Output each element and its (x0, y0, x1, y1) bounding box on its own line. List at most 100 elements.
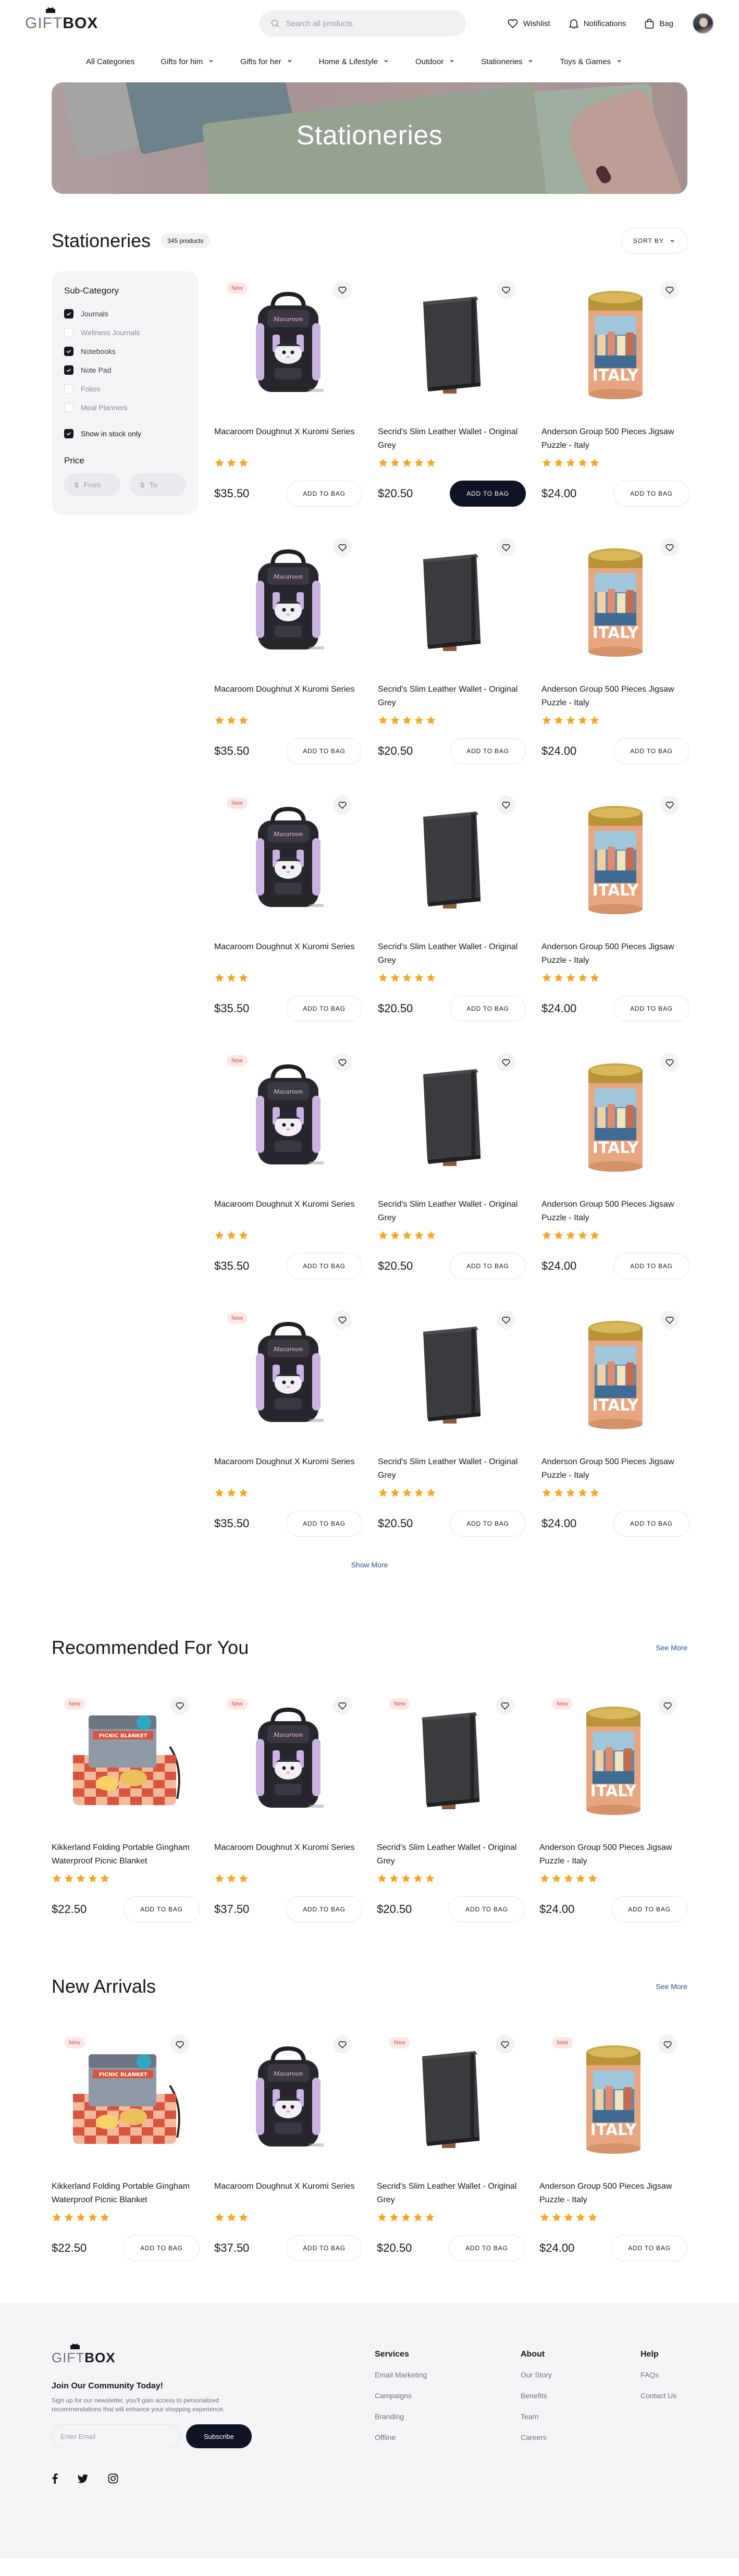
footer-link[interactable]: FAQs (641, 2371, 687, 2379)
product-title[interactable]: Anderson Group 500 Pieces Jigsaw Puzzle … (541, 1198, 689, 1225)
product-image[interactable]: New Macaroon (214, 1301, 362, 1449)
nav-item[interactable]: Toys & Games (560, 57, 622, 66)
add-to-bag-button[interactable]: ADD TO BAG (449, 1896, 525, 1922)
price-from[interactable]: $ (64, 473, 120, 496)
add-to-bag-button[interactable]: ADD TO BAG (450, 1253, 526, 1279)
favorite-button[interactable] (333, 1053, 352, 1072)
product-title[interactable]: Anderson Group 500 Pieces Jigsaw Puzzle … (539, 1841, 687, 1868)
product-title[interactable]: Macaroom Doughnut X Kuromi Series (214, 683, 362, 710)
footer-link[interactable]: Team (521, 2412, 641, 2421)
favorite-button[interactable] (660, 1053, 679, 1072)
favorite-button[interactable] (497, 1310, 515, 1329)
checkbox[interactable] (64, 403, 73, 412)
product-card[interactable]: Secrid's Slim Leather Wallet - Original … (378, 271, 526, 510)
checkbox[interactable] (64, 328, 73, 337)
product-image[interactable]: New Macaroon (214, 1687, 362, 1835)
show-more-link[interactable]: Show More (52, 1561, 687, 1569)
favorite-button[interactable] (497, 280, 515, 299)
product-card[interactable]: Secrid's Slim Leather Wallet - Original … (378, 1044, 526, 1282)
nav-item[interactable]: Home & Lifestyle (319, 57, 389, 66)
sort-button[interactable]: SORT BY (621, 228, 687, 254)
search-input[interactable] (286, 19, 453, 28)
product-card[interactable]: ITALY Anderson Group 500 Pieces Jigsaw Pu… (541, 786, 689, 1025)
nav-item[interactable]: Gifts for her (240, 57, 292, 66)
add-to-bag-button[interactable]: ADD TO BAG (613, 996, 689, 1022)
product-image[interactable]: Macaroon (214, 529, 362, 677)
favorite-button[interactable] (170, 2035, 189, 2054)
in-stock-toggle[interactable]: Show in stock only (64, 424, 186, 443)
price-from-input[interactable] (83, 481, 115, 489)
product-image[interactable]: New PICNIC BLANKET (52, 2026, 200, 2174)
logo[interactable]: GIFT BOX (25, 7, 98, 32)
user-avatar[interactable] (692, 13, 714, 34)
product-title[interactable]: Kikkerland Folding Portable Gingham Wate… (52, 1841, 200, 1868)
footer-link[interactable]: Offline (375, 2433, 521, 2442)
recommended-see-more[interactable]: See More (656, 1643, 687, 1652)
add-to-bag-button[interactable]: ADD TO BAG (286, 2235, 362, 2261)
add-to-bag-button[interactable]: ADD TO BAG (286, 1896, 362, 1922)
product-image[interactable] (378, 1044, 526, 1192)
add-to-bag-button[interactable]: ADD TO BAG (286, 1253, 362, 1279)
filter-option[interactable]: Meal Planners (64, 398, 186, 417)
product-image[interactable]: Macaroon (214, 2026, 362, 2174)
favorite-button[interactable] (660, 280, 679, 299)
product-title[interactable]: Secrid's Slim Leather Wallet - Original … (377, 1841, 525, 1868)
product-title[interactable]: Anderson Group 500 Pieces Jigsaw Puzzle … (541, 940, 689, 967)
add-to-bag-button[interactable]: ADD TO BAG (286, 738, 362, 764)
footer-link[interactable]: Our Story (521, 2371, 641, 2379)
product-title[interactable]: Secrid's Slim Leather Wallet - Original … (377, 2180, 525, 2207)
add-to-bag-button[interactable]: ADD TO BAG (613, 481, 689, 507)
filter-option[interactable]: Wellness Journals (64, 323, 186, 342)
product-card[interactable]: New Macaroon Macaroom Doughnut X Kuromi Se… (214, 1044, 362, 1282)
favorite-button[interactable] (497, 1053, 515, 1072)
product-image[interactable]: ITALY (541, 529, 689, 677)
favorite-button[interactable] (333, 538, 352, 557)
footer-link[interactable]: Campaigns (375, 2391, 521, 2400)
search-bar[interactable] (260, 10, 466, 36)
product-image[interactable]: ITALY (541, 786, 689, 934)
product-image[interactable]: New ITALY (539, 2026, 687, 2174)
footer-link[interactable]: Careers (521, 2433, 641, 2442)
product-card[interactable]: Secrid's Slim Leather Wallet - Original … (378, 1301, 526, 1540)
add-to-bag-button[interactable]: ADD TO BAG (613, 1253, 689, 1279)
product-card[interactable]: ITALY Anderson Group 500 Pieces Jigsaw Pu… (541, 529, 689, 767)
checkbox[interactable] (64, 309, 73, 318)
product-card[interactable]: New PICNIC BLANKET Kikkerland Folding Port… (52, 1687, 200, 1925)
footer-link[interactable]: Branding (375, 2412, 521, 2421)
product-title[interactable]: Kikkerland Folding Portable Gingham Wate… (52, 2180, 200, 2207)
footer-link[interactable]: Benefits (521, 2391, 641, 2400)
favorite-button[interactable] (660, 795, 679, 814)
product-title[interactable]: Secrid's Slim Leather Wallet - Original … (378, 425, 526, 452)
instagram-icon[interactable] (108, 2473, 118, 2484)
add-to-bag-button[interactable]: ADD TO BAG (450, 1511, 526, 1537)
product-card[interactable]: New Macaroon Macaroom Doughnut X Kuromi Se… (214, 1301, 362, 1540)
product-card[interactable]: ITALY Anderson Group 500 Pieces Jigsaw Pu… (541, 1044, 689, 1282)
favorite-button[interactable] (333, 280, 352, 299)
product-title[interactable]: Macaroom Doughnut X Kuromi Series (214, 425, 362, 452)
product-card[interactable]: New Macaroon Macaroom Doughnut X Kuromi Se… (214, 1687, 362, 1925)
product-card[interactable]: New Secrid's Slim Leather Wallet - Origin… (377, 2026, 525, 2264)
favorite-button[interactable] (333, 1696, 352, 1715)
filter-option[interactable]: Folios (64, 379, 186, 398)
checkbox[interactable] (64, 347, 73, 356)
add-to-bag-button[interactable]: ADD TO BAG (124, 1896, 200, 1922)
product-image[interactable] (378, 529, 526, 677)
subscribe-button[interactable]: Subscribe (186, 2424, 252, 2448)
product-title[interactable]: Anderson Group 500 Pieces Jigsaw Puzzle … (539, 2180, 687, 2207)
product-title[interactable]: Macaroom Doughnut X Kuromi Series (214, 1841, 362, 1868)
product-card[interactable]: ITALY Anderson Group 500 Pieces Jigsaw Pu… (541, 1301, 689, 1540)
footer-logo[interactable]: GIFT BOX (52, 2344, 375, 2366)
product-image[interactable]: New (377, 1687, 525, 1835)
product-image[interactable]: New (377, 2026, 525, 2174)
favorite-button[interactable] (333, 795, 352, 814)
product-title[interactable]: Secrid's Slim Leather Wallet - Original … (378, 683, 526, 710)
product-title[interactable]: Anderson Group 500 Pieces Jigsaw Puzzle … (541, 1455, 689, 1482)
add-to-bag-button[interactable]: ADD TO BAG (286, 1511, 362, 1537)
product-title[interactable]: Macaroom Doughnut X Kuromi Series (214, 940, 362, 967)
checkbox[interactable] (64, 365, 73, 375)
favorite-button[interactable] (497, 538, 515, 557)
product-title[interactable]: Anderson Group 500 Pieces Jigsaw Puzzle … (541, 683, 689, 710)
footer-link[interactable]: Contact Us (641, 2391, 687, 2400)
product-card[interactable]: Secrid's Slim Leather Wallet - Original … (378, 786, 526, 1025)
filter-option[interactable]: Journals (64, 304, 186, 323)
